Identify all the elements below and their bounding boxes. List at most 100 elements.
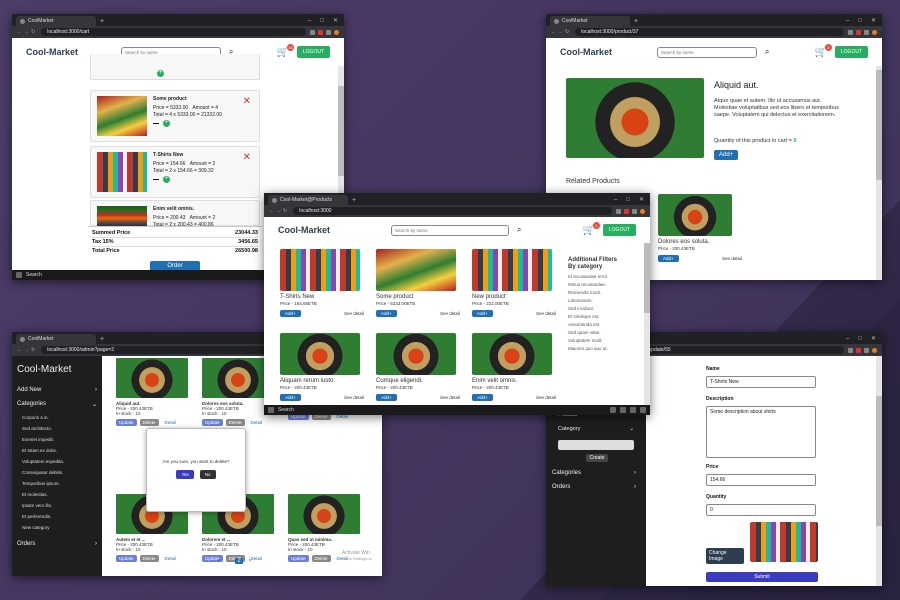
product-card[interactable]: T-Shirts New Price - 154.66ETB Add+ See det… <box>280 249 364 325</box>
confirm-yes-button[interactable]: Yes <box>176 470 194 479</box>
browser-tab[interactable]: Cool-Market@Products <box>268 195 348 205</box>
add-to-cart-button[interactable]: Add+ <box>714 150 739 160</box>
category-item[interactable]: Consequatur debitis. <box>12 467 102 478</box>
minimize-icon[interactable]: – <box>308 16 311 26</box>
taskbar-app-icon[interactable] <box>640 407 646 413</box>
see-detail-link[interactable]: See detail <box>440 395 460 400</box>
add-button[interactable]: Add+ <box>280 310 301 317</box>
increase-quantity-icon[interactable]: + <box>163 176 170 183</box>
increase-quantity-icon[interactable]: + <box>163 120 170 127</box>
product-card[interactable]: Cumque eligendi. Price - 200.43ETB Add+ See… <box>376 333 460 409</box>
url-field[interactable]: localhost:3000 <box>293 207 612 215</box>
decrease-quantity-icon[interactable] <box>153 122 159 125</box>
see-detail-link[interactable]: See detail <box>536 311 556 316</box>
add-button[interactable]: Add+ <box>376 394 397 401</box>
nav-arrows-icon[interactable]: ←→↻ <box>17 347 37 353</box>
close-icon[interactable]: ✕ <box>639 195 644 205</box>
start-icon[interactable] <box>16 272 22 278</box>
scrollbar[interactable] <box>644 243 650 405</box>
search-input[interactable]: Search by name <box>656 46 757 58</box>
delete-button[interactable]: Delete <box>139 419 159 426</box>
confirm-no-button[interactable]: No <box>199 470 216 479</box>
category-item[interactable]: Sed architecto. <box>12 423 102 434</box>
url-field[interactable]: /update/55 <box>641 346 844 354</box>
update-button[interactable]: Update <box>116 555 137 562</box>
browser-tab[interactable]: CoolMarket <box>16 16 96 26</box>
detail-link[interactable]: Detail <box>162 419 180 426</box>
maximize-icon[interactable]: □ <box>858 16 862 26</box>
add-button[interactable]: Add+ <box>376 310 397 317</box>
site-logo[interactable]: Cool-Market <box>278 225 330 235</box>
sidebar-item-orders[interactable]: Orders › <box>546 480 646 494</box>
category-filter-item[interactable]: Sed quam vitae. <box>568 329 617 337</box>
minimize-icon[interactable]: – <box>846 16 849 26</box>
taskbar-search[interactable]: Search <box>26 272 42 278</box>
detail-link[interactable]: Detail <box>162 555 180 562</box>
new-tab-icon[interactable]: + <box>634 17 638 26</box>
close-icon[interactable]: ✕ <box>871 16 876 26</box>
minimize-icon[interactable]: – <box>614 195 617 205</box>
see-detail-link[interactable]: See detail <box>722 256 742 261</box>
site-logo[interactable]: Cool-Market <box>26 47 78 57</box>
add-button[interactable]: Add+ <box>472 394 493 401</box>
category-item[interactable]: Temporibus ipsum. <box>12 478 102 489</box>
category-filter-item[interactable]: Reiciendis modi. <box>568 289 617 297</box>
delete-button[interactable]: Delete <box>311 555 331 562</box>
search-input[interactable]: Search by name <box>390 224 509 236</box>
delete-button[interactable]: Delete <box>225 419 245 426</box>
sidebar-item-orders[interactable]: Orders › <box>12 537 102 551</box>
category-item[interactable]: Et perferendis. <box>12 511 102 522</box>
update-button[interactable]: Update <box>202 419 223 426</box>
delete-button[interactable]: Delete <box>139 555 159 562</box>
category-filter-item[interactable]: Sed incidunt. <box>568 305 617 313</box>
update-button[interactable]: Update <box>288 555 309 562</box>
remove-item-icon[interactable]: ✕ <box>243 152 251 163</box>
start-icon[interactable] <box>268 407 274 413</box>
submit-button[interactable]: Submit <box>706 572 818 582</box>
scrollbar[interactable] <box>876 66 882 280</box>
extensions-icons[interactable] <box>616 208 645 214</box>
see-detail-link[interactable]: See detail <box>536 395 556 400</box>
category-filter-item[interactable]: Minus recusandae. <box>568 281 617 289</box>
url-field[interactable]: localhost:3000/product/37 <box>575 28 844 36</box>
close-icon[interactable]: ✕ <box>871 334 876 344</box>
minimize-icon[interactable]: – <box>846 334 849 344</box>
new-tab-icon[interactable]: + <box>100 17 104 26</box>
maximize-icon[interactable]: □ <box>320 16 324 26</box>
product-card[interactable]: New product Price - 222.00ETB Add+ See deta… <box>472 249 556 325</box>
sidebar-item-categories[interactable]: Categories ⌄ <box>12 397 102 412</box>
taskbar-app-icon[interactable] <box>610 407 616 413</box>
price-field[interactable]: 154.66 <box>706 474 816 486</box>
update-button[interactable]: Update <box>116 419 137 426</box>
category-filter-item[interactable]: Et similique est. <box>568 313 617 321</box>
search-icon[interactable]: ⌕ <box>517 225 521 235</box>
increase-quantity-icon[interactable]: + <box>157 70 164 77</box>
search-icon[interactable]: ⌕ <box>765 47 769 57</box>
create-button[interactable]: Create <box>586 454 608 462</box>
remove-item-icon[interactable]: ✕ <box>243 96 251 107</box>
new-tab-icon[interactable]: + <box>352 196 356 205</box>
next-page-icon[interactable]: › <box>249 558 251 564</box>
add-button[interactable]: Add+ <box>280 394 301 401</box>
name-field[interactable]: T-Shirts New <box>706 376 816 388</box>
category-filter-item[interactable]: Laboriosam. <box>568 297 617 305</box>
logout-button[interactable]: LOGOUT <box>296 46 331 58</box>
category-item[interactable]: Ipsam vero illo. <box>12 500 102 511</box>
extensions-icons[interactable] <box>310 29 339 35</box>
see-detail-link[interactable]: See detail <box>344 395 364 400</box>
decrease-quantity-icon[interactable] <box>153 178 159 181</box>
new-tab-icon[interactable]: + <box>100 335 104 344</box>
maximize-icon[interactable]: □ <box>858 334 862 344</box>
cart-icon[interactable]: 🛒 16 <box>276 43 294 58</box>
nav-arrows-icon[interactable]: ←→↻ <box>269 208 289 214</box>
see-detail-link[interactable]: See detail <box>440 311 460 316</box>
category-filter-item[interactable]: Assumenda est. <box>568 321 617 329</box>
extensions-icons[interactable] <box>848 29 877 35</box>
category-item[interactable]: Et totam ex dolor. <box>12 445 102 456</box>
add-button[interactable]: Add+ <box>658 255 679 262</box>
logout-button[interactable]: LOGOUT <box>602 224 637 236</box>
change-image-button[interactable]: Change Image <box>706 548 744 564</box>
site-logo[interactable]: Cool-Market <box>560 47 612 57</box>
category-item[interactable]: Voluptatem expedita. <box>12 456 102 467</box>
category-input[interactable] <box>558 440 634 450</box>
